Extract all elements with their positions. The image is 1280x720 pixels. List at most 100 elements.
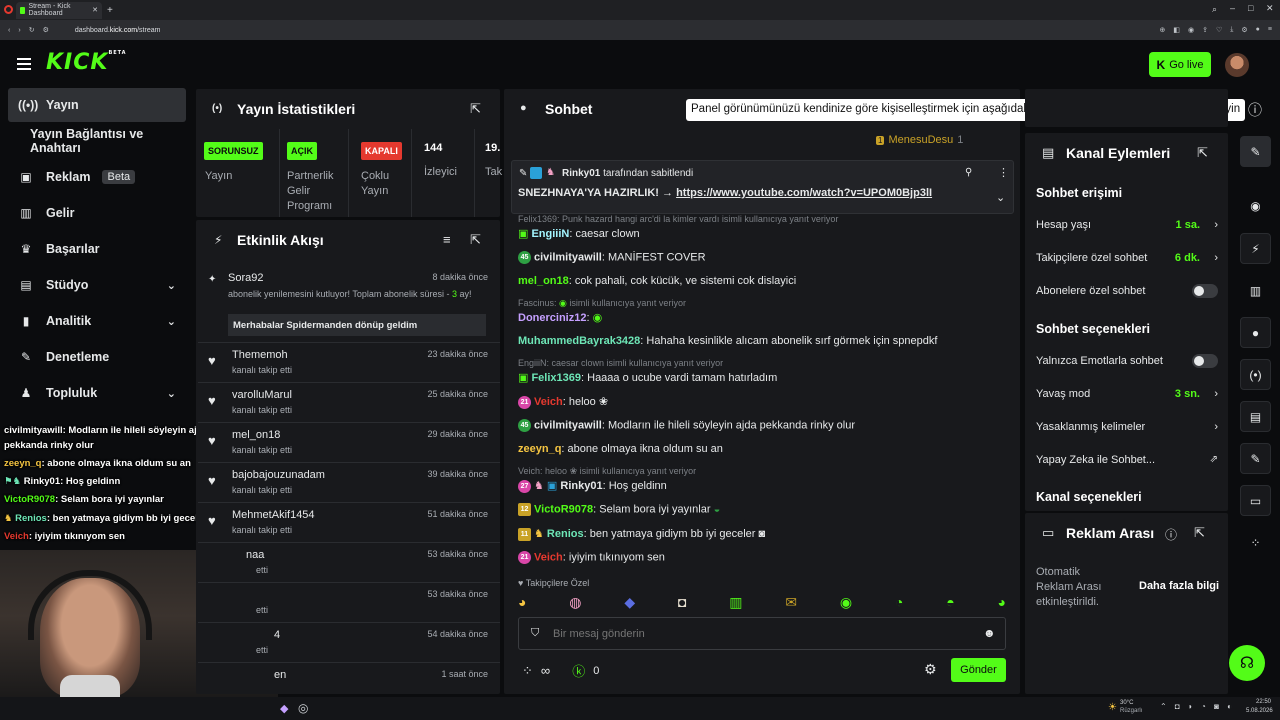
send-button[interactable]: Gönder: [951, 658, 1006, 682]
ai-chat-setting[interactable]: Yapay Zeka ile Sohbet... ⇗: [1036, 454, 1218, 466]
emote-icon[interactable]: ◍: [569, 594, 581, 611]
chat-message[interactable]: ▣ Felix1369: Haaaa o ucube vardi tamam h…: [518, 371, 777, 384]
pinned-message[interactable]: ✎ ♞ Rinky01 tarafından sabitlendi ⚲ ⋮ SN…: [511, 160, 1014, 214]
support-button[interactable]: ☊: [1229, 645, 1265, 681]
share-icon[interactable]: ⇪: [1202, 26, 1208, 34]
info-icon[interactable]: ⓘ: [1248, 100, 1262, 120]
nav-yayin[interactable]: ((•)) Yayın: [8, 88, 186, 122]
nav-topluluk[interactable]: ♟ Topluluk ⌄: [8, 376, 186, 410]
profile-icon[interactable]: ●: [1256, 26, 1260, 34]
nav-studyo[interactable]: ▤ Stüdyo ⌄: [8, 268, 186, 302]
hamburger-menu-icon[interactable]: [17, 58, 31, 70]
nav-reklam[interactable]: ▣ Reklam Beta: [8, 160, 186, 194]
activity-user[interactable]: 4: [274, 629, 280, 641]
download-icon[interactable]: ⤓: [1230, 26, 1233, 34]
nav-denetleme[interactable]: ✎ Denetleme: [8, 340, 186, 374]
emote-icon[interactable]: ◆: [624, 594, 635, 611]
emote-icon[interactable]: ◕: [518, 594, 526, 611]
chat-input-box[interactable]: ⛉ ☻: [518, 617, 1006, 650]
learn-more-link[interactable]: Daha fazla bilgi: [1139, 580, 1219, 592]
chat-message-input[interactable]: [553, 624, 973, 644]
popout-icon[interactable]: ⇱: [1197, 145, 1208, 161]
activity-user[interactable]: mel_on18: [232, 429, 280, 441]
window-tool[interactable]: ▭: [1240, 485, 1271, 516]
pinned-link[interactable]: https://www.youtube.com/watch?v=UPOM0Bjp…: [676, 187, 932, 199]
slow-mode-setting[interactable]: Yavaş mod 3 sn. ›: [1036, 388, 1218, 400]
reload-icon[interactable]: ↻: [29, 26, 35, 34]
url-field[interactable]: dashboard.kick.com/stream: [75, 27, 161, 34]
close-tab-icon[interactable]: ✕: [92, 6, 98, 14]
chat-message[interactable]: zeeyn_q: abone olmaya ikna oldum su an: [518, 443, 723, 455]
nav-basarilar[interactable]: ♛ Başarılar: [8, 232, 186, 266]
pinned-by-user[interactable]: Rinky01: [562, 168, 600, 179]
popout-icon[interactable]: ⇱: [1194, 525, 1205, 541]
emote-only-toggle[interactable]: [1192, 354, 1218, 368]
minimize-icon[interactable]: –: [1230, 3, 1235, 13]
tray-icons[interactable]: ⌃ ◘ ◗ ◔ ◙ ◐: [1160, 702, 1235, 711]
edit-layout-tool[interactable]: ✎: [1240, 136, 1271, 167]
emote-icon[interactable]: ◕: [998, 594, 1006, 611]
activity-user[interactable]: varolluMarul: [232, 389, 292, 401]
info-icon[interactable]: ⓘ: [1165, 526, 1177, 543]
kick-logo[interactable]: KICKBETA: [46, 50, 127, 75]
nav-gelir[interactable]: ▥ Gelir: [8, 196, 186, 230]
subscribers-only-toggle[interactable]: [1192, 284, 1218, 298]
forward-icon[interactable]: ›: [18, 27, 20, 34]
chat-message[interactable]: 45 civilmityawill: Modların ile hileli sö…: [518, 419, 855, 432]
camera-tool[interactable]: ◉: [1240, 190, 1271, 221]
chat-settings-icon[interactable]: ⚙: [924, 661, 937, 678]
activity-user[interactable]: Sora92: [228, 272, 263, 284]
filter-icon[interactable]: ≡: [443, 232, 451, 247]
more-options-icon[interactable]: ⋮: [998, 166, 1009, 179]
notes-tool[interactable]: ▥: [1240, 275, 1271, 306]
emote-icon[interactable]: ◔: [895, 594, 903, 611]
popout-icon[interactable]: ⇱: [470, 232, 481, 248]
top-gifter[interactable]: 1 MenesuDesu 1: [876, 134, 963, 146]
app-icon[interactable]: ◆: [280, 702, 288, 715]
subscribers-only-setting[interactable]: Abonelere özel sohbet: [1036, 284, 1218, 298]
chat-message[interactable]: ▣ EngiiiN: caesar clown: [518, 227, 640, 240]
actions-tool[interactable]: ▤: [1240, 401, 1271, 432]
camera-icon[interactable]: ◉: [1188, 26, 1194, 34]
app-icon[interactable]: ◎: [298, 701, 308, 715]
popout-icon[interactable]: ⇱: [470, 101, 481, 117]
activity-user[interactable]: bajobajouzunadam: [232, 469, 325, 481]
search-tabs-icon[interactable]: ⌕: [1212, 4, 1217, 15]
chat-message[interactable]: 27 ♞ ▣ Rinky01: Hoş geldinn: [518, 479, 667, 493]
emoji-icon[interactable]: ☻: [983, 626, 996, 640]
nav-analitik[interactable]: ▮ Analitik ⌄: [8, 304, 186, 338]
broadcast-tool[interactable]: (•): [1240, 359, 1271, 390]
chevron-down-icon[interactable]: ⌄: [996, 191, 1005, 204]
activity-user[interactable]: naa: [246, 549, 264, 561]
activity-user[interactable]: MehmetAkif1454: [232, 509, 315, 521]
unpin-icon[interactable]: ⚲: [965, 167, 972, 178]
activity-user[interactable]: Thememoh: [232, 349, 288, 361]
back-icon[interactable]: ‹: [8, 27, 10, 34]
extension-icon[interactable]: ◧: [1173, 26, 1180, 34]
emote-icon[interactable]: ◉: [840, 594, 852, 611]
browser-tab[interactable]: Stream - Kick Dashboard ✕: [16, 1, 102, 19]
activity-user[interactable]: en: [274, 669, 286, 681]
group-tool[interactable]: ⁘: [1240, 527, 1271, 558]
chat-message[interactable]: 12 VictoR9078: Selam bora iyi yayınlar ◒: [518, 503, 720, 516]
chat-message[interactable]: mel_on18: cok pahali, cok kücük, ve sist…: [518, 275, 796, 287]
chat-message[interactable]: 11 ♞ Renios: ben yatmaya gidiym bb iyi ge…: [518, 527, 765, 541]
account-age-setting[interactable]: Hesap yaşı 1 sa. ›: [1036, 219, 1218, 231]
nav-stream-key[interactable]: Yayın Bağlantısı ve Anahtarı: [8, 124, 186, 158]
bookmark-icon[interactable]: ♡: [1216, 26, 1222, 34]
zoom-icon[interactable]: ⊕: [1160, 26, 1166, 34]
settings-icon[interactable]: ⚙: [1241, 26, 1247, 34]
chat-tool[interactable]: ●: [1240, 317, 1271, 348]
emote-icon[interactable]: ✉: [785, 594, 797, 611]
group-icon[interactable]: ⁘: [522, 663, 533, 679]
site-info-icon[interactable]: ⚙: [43, 26, 49, 34]
maximize-icon[interactable]: □: [1248, 3, 1253, 13]
close-window-icon[interactable]: ✕: [1266, 3, 1274, 14]
activity-tool[interactable]: ⚡: [1240, 233, 1271, 264]
followers-only-setting[interactable]: Takipçilere özel sohbet 6 dk. ›: [1036, 252, 1218, 264]
chat-message[interactable]: MuhammedBayrak3428: Hahaha kesinlikle al…: [518, 335, 937, 347]
go-live-button[interactable]: K Go live: [1149, 52, 1211, 77]
moderation-tool[interactable]: ✎: [1240, 443, 1271, 474]
chat-message[interactable]: 21 Veich: heloo ❀: [518, 395, 608, 409]
emote-icon[interactable]: ◘: [678, 594, 686, 611]
